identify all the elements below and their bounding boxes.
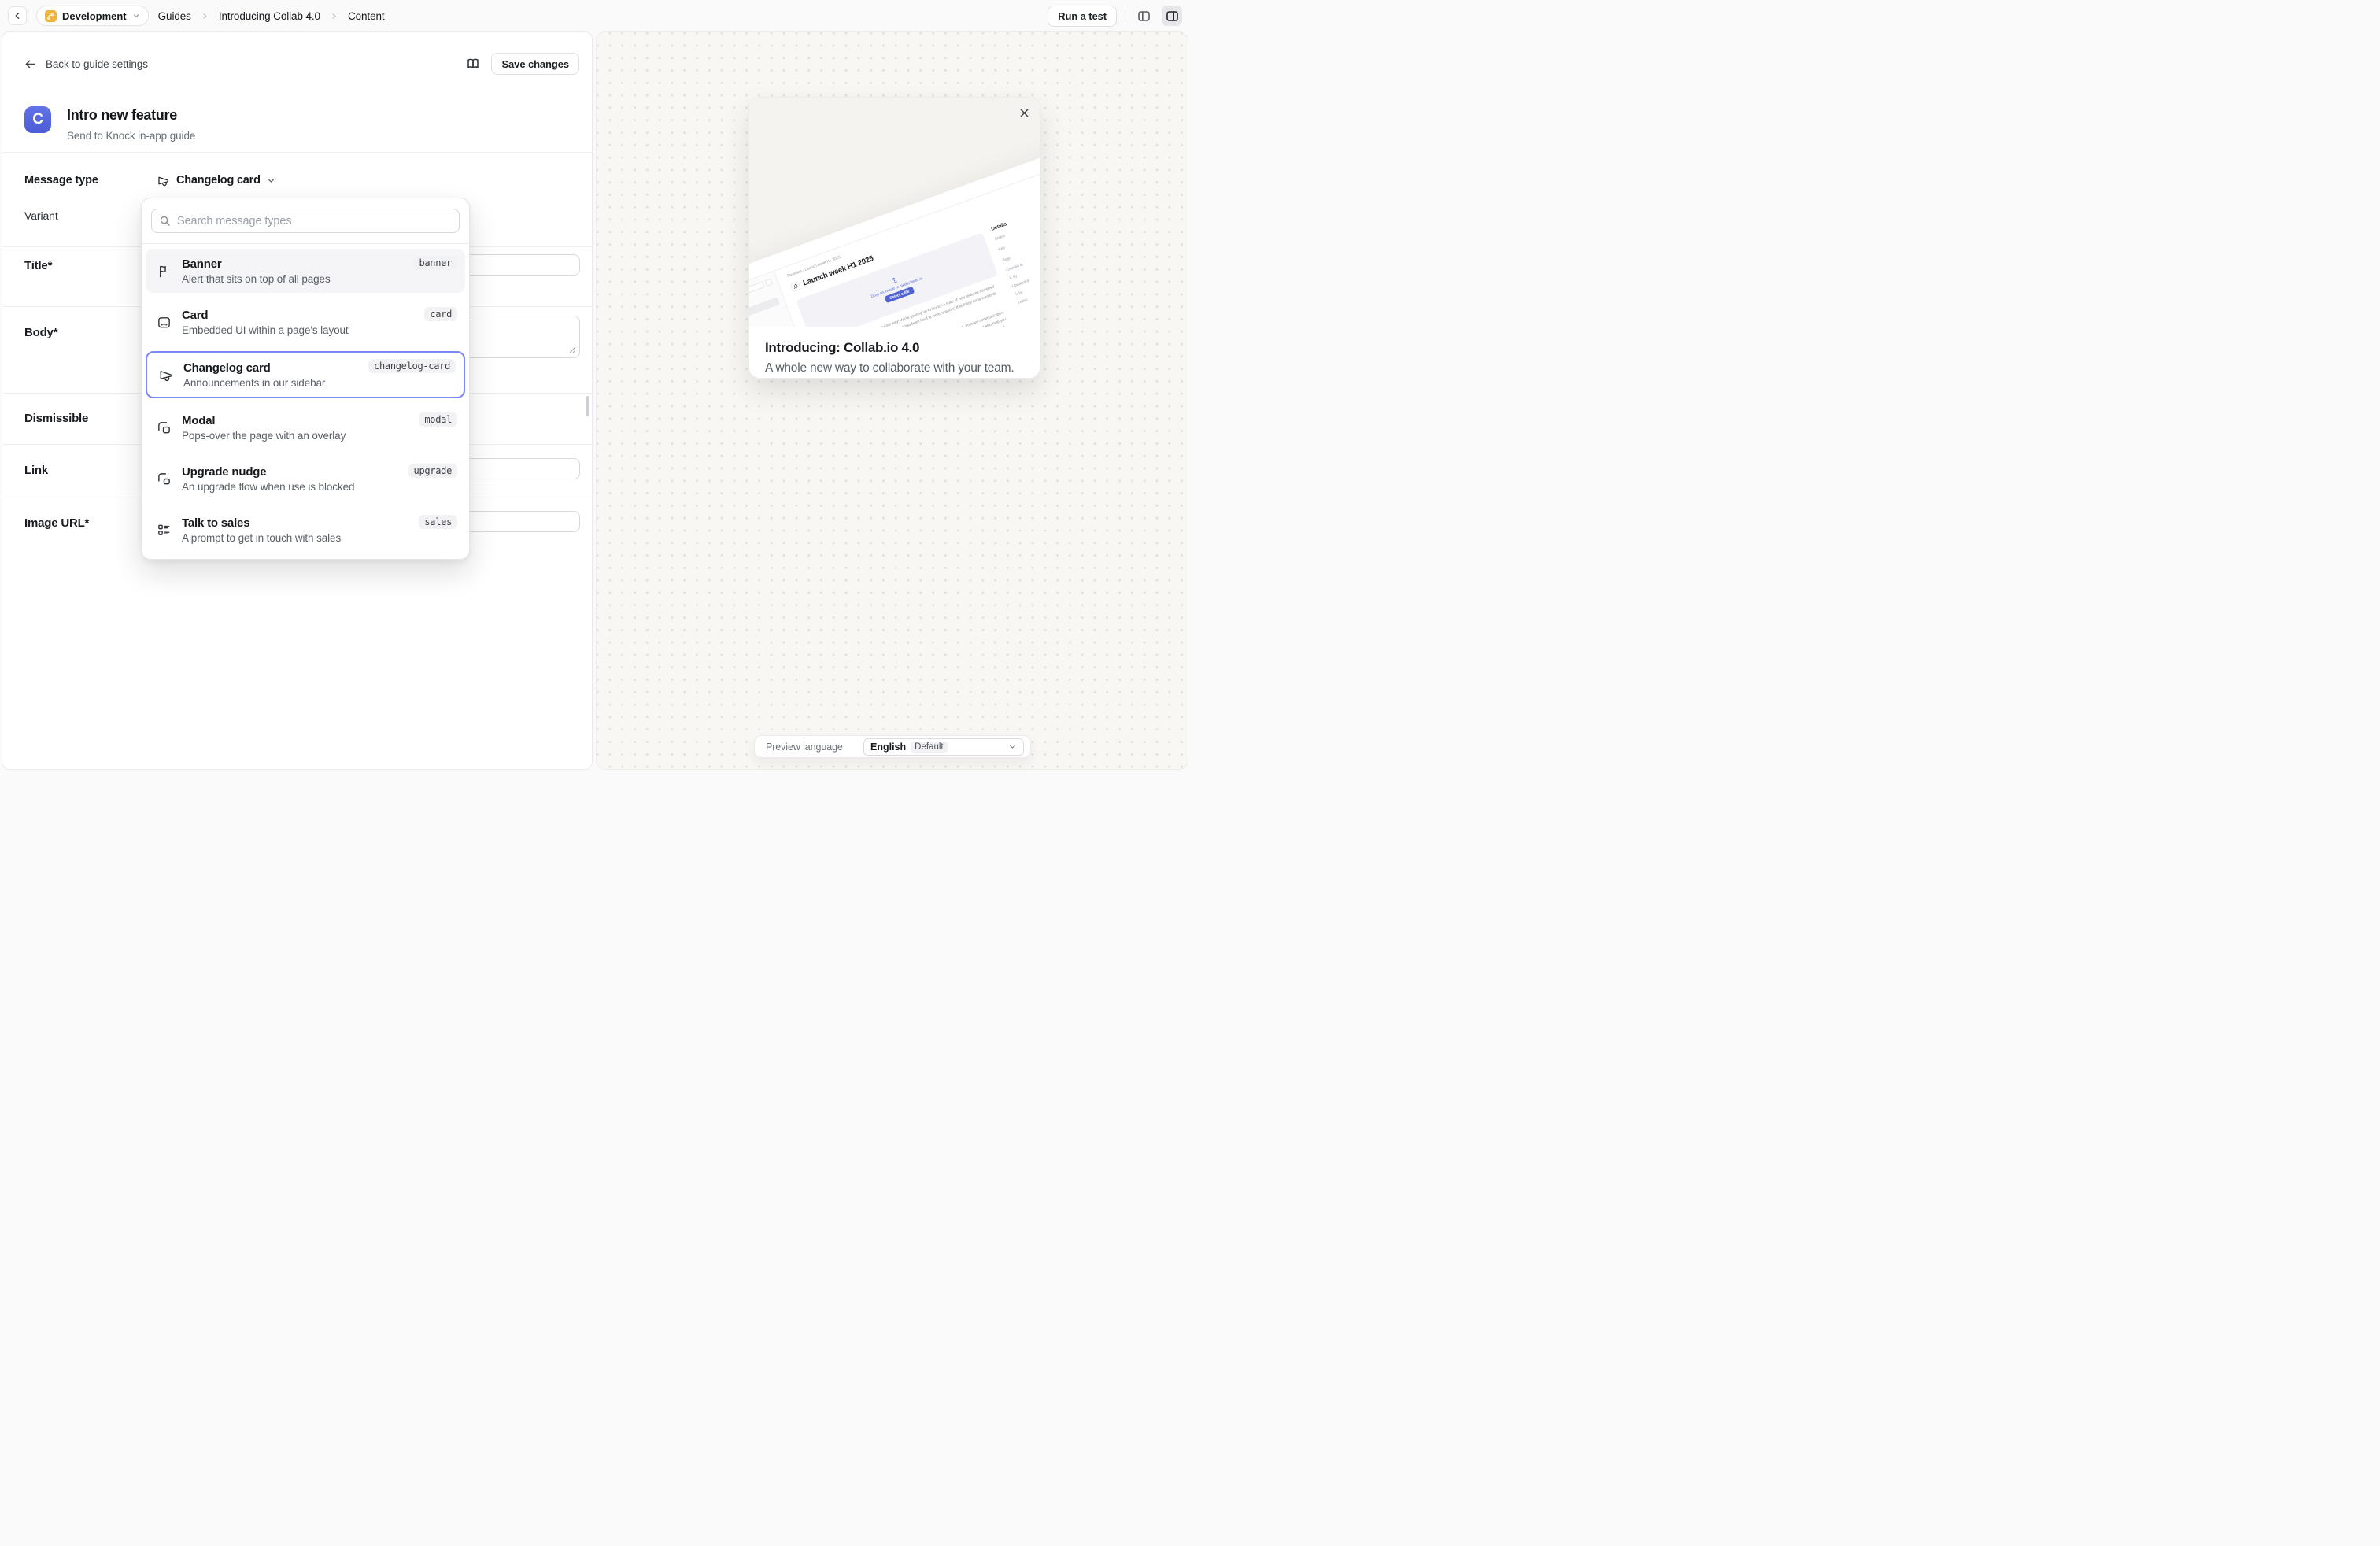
search-input[interactable] <box>151 209 460 233</box>
chevron-down-icon <box>267 176 275 185</box>
option-badge: changelog-card <box>368 359 456 373</box>
image-url-field-label: Image URL* <box>24 516 89 530</box>
option-badge: banner <box>413 256 457 270</box>
option-description: Announcements in our sidebar <box>183 377 325 389</box>
message-type-option-upgrade-nudge[interactable]: Upgrade nudge An upgrade flow when use i… <box>146 457 465 501</box>
preview-close-button[interactable] <box>1018 107 1030 119</box>
preview-card-title: Introducing: Collab.io 4.0 <box>749 327 1040 356</box>
option-description: An upgrade flow when use is blocked <box>182 481 354 493</box>
environment-branch-icon <box>45 10 57 22</box>
nav-back-button[interactable] <box>8 6 27 25</box>
back-to-guide-settings[interactable]: Back to guide settings <box>24 58 148 70</box>
option-name: Changelog card <box>183 361 325 375</box>
option-name: Banner <box>182 257 331 271</box>
card-icon <box>155 315 172 330</box>
breadcrumb-content[interactable]: Content <box>348 10 385 22</box>
option-name: Card <box>182 309 349 322</box>
preview-panel: Share 2025 Q2 Launch dates Launch week H… <box>596 31 1188 770</box>
title-field-label: Title* <box>24 259 52 272</box>
top-bar: Development Guides Introducing Collab 4.… <box>0 0 1190 31</box>
chevron-left-icon <box>13 11 22 20</box>
message-type-value: Changelog card <box>176 174 261 187</box>
run-test-button[interactable]: Run a test <box>1048 6 1117 27</box>
environment-selector[interactable]: Development <box>36 6 149 26</box>
breadcrumb-guides[interactable]: Guides <box>158 10 191 22</box>
language-select[interactable]: English Default <box>863 738 1024 756</box>
option-badge: card <box>424 307 457 321</box>
link-field-label: Link <box>24 464 48 477</box>
body-field-label: Body* <box>24 326 57 339</box>
mockup-share-button: Share <box>1039 153 1040 169</box>
save-changes-button[interactable]: Save changes <box>491 53 579 75</box>
book-open-icon <box>466 57 480 71</box>
message-type-option-modal[interactable]: Modal Pops-over the page with an overlay… <box>146 405 465 449</box>
message-type-select[interactable]: Changelog card <box>157 168 275 193</box>
section-divider <box>2 152 592 153</box>
preview-language-bar: Preview language English Default <box>754 735 1031 758</box>
scrollbar-thumb[interactable] <box>586 396 589 416</box>
page-subtitle: Send to Knock in-app guide <box>67 130 195 142</box>
chevron-right-icon <box>330 12 338 20</box>
message-type-dropdown: Banner Alert that sits on top of all pag… <box>141 198 470 560</box>
message-type-option-card[interactable]: Card Embedded UI within a page's layout … <box>146 300 465 344</box>
option-name: Upgrade nudge <box>182 465 354 479</box>
message-type-list: Banner Alert that sits on top of all pag… <box>142 244 469 559</box>
guide-editor-panel: Back to guide settings Save changes C In… <box>2 31 593 770</box>
rocket-icon <box>790 281 801 292</box>
modal-icon <box>155 420 172 435</box>
guide-avatar: C <box>24 106 51 133</box>
mockup-window: Share 2025 Q2 Launch dates Launch week H… <box>749 141 1040 327</box>
arrow-left-icon <box>24 58 36 70</box>
option-description: A prompt to get in touch with sales <box>182 532 341 544</box>
preview-media: Share 2025 Q2 Launch dates Launch week H… <box>749 98 1040 327</box>
option-name: Talk to sales <box>182 516 341 530</box>
language-variant-badge: Default <box>911 742 947 753</box>
upgrade-icon <box>155 472 172 486</box>
option-name: Modal <box>182 414 346 427</box>
dismissible-field-label: Dismissible <box>24 412 88 425</box>
preview-language-label: Preview language <box>766 742 843 753</box>
list-form-icon <box>155 523 172 538</box>
right-panel-toggle-button[interactable] <box>1162 6 1182 26</box>
close-icon <box>1018 107 1030 119</box>
message-type-label: Message type <box>24 174 98 187</box>
message-type-option-banner[interactable]: Banner Alert that sits on top of all pag… <box>146 249 465 293</box>
left-panel-toggle-button[interactable] <box>1133 6 1154 26</box>
chevron-down-icon <box>1008 742 1017 751</box>
flag-icon <box>155 264 172 279</box>
breadcrumb: Guides Introducing Collab 4.0 Content <box>158 10 385 22</box>
variant-label: Variant <box>24 209 58 222</box>
upload-icon <box>890 276 898 284</box>
option-description: Embedded UI within a page's layout <box>182 324 349 336</box>
message-type-option-changelog-card[interactable]: Changelog card Announcements in our side… <box>146 351 465 398</box>
changelog-preview-card: Share 2025 Q2 Launch dates Launch week H… <box>748 97 1040 379</box>
back-to-guide-settings-label: Back to guide settings <box>46 58 148 70</box>
resize-handle-icon[interactable] <box>568 346 576 353</box>
breadcrumb-guide-name[interactable]: Introducing Collab 4.0 <box>219 10 320 22</box>
option-badge: upgrade <box>408 464 457 478</box>
right-panel-icon <box>1166 9 1179 23</box>
environment-label: Development <box>62 10 127 22</box>
preview-card-subtitle: A whole new way to collaborate with your… <box>749 356 1040 375</box>
option-badge: sales <box>419 515 457 529</box>
option-badge: modal <box>419 412 457 427</box>
chevron-right-icon <box>201 12 209 20</box>
megaphone-icon <box>157 368 174 383</box>
left-panel-icon <box>1137 9 1151 23</box>
mockup-new-button <box>764 279 772 287</box>
docs-button[interactable] <box>466 57 480 71</box>
search-icon <box>159 215 171 227</box>
message-type-option-talk-to-sales[interactable]: Talk to sales A prompt to get in touch w… <box>146 508 465 552</box>
language-value: English <box>870 742 906 753</box>
page-title: Intro new feature <box>67 107 177 124</box>
option-description: Pops-over the page with an overlay <box>182 430 346 442</box>
chevron-down-icon <box>132 12 140 20</box>
megaphone-icon <box>157 174 170 187</box>
option-description: Alert that sits on top of all pages <box>182 273 331 285</box>
